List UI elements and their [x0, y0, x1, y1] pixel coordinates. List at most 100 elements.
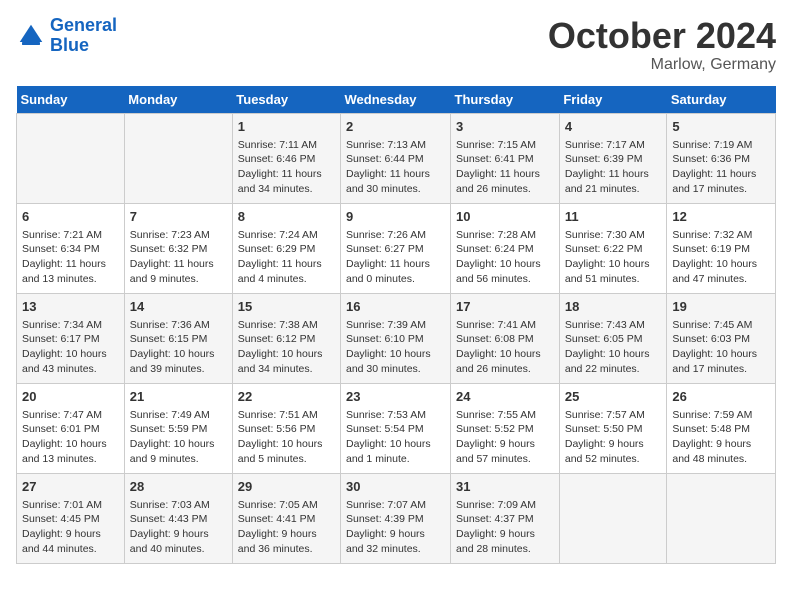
day-header: Wednesday — [341, 86, 451, 114]
calendar-cell: 23 Sunrise: 7:53 AMSunset: 5:54 PMDaylig… — [341, 383, 451, 473]
day-number: 12 — [672, 208, 770, 226]
title-block: October 2024 Marlow, Germany — [548, 16, 776, 74]
calendar-cell: 4 Sunrise: 7:17 AMSunset: 6:39 PMDayligh… — [559, 113, 667, 203]
day-number: 5 — [672, 118, 770, 136]
cell-info: Sunrise: 7:26 AMSunset: 6:27 PMDaylight:… — [346, 228, 445, 287]
day-number: 10 — [456, 208, 554, 226]
calendar-cell: 15 Sunrise: 7:38 AMSunset: 6:12 PMDaylig… — [232, 293, 340, 383]
cell-info: Sunrise: 7:15 AMSunset: 6:41 PMDaylight:… — [456, 138, 554, 197]
calendar-cell: 12 Sunrise: 7:32 AMSunset: 6:19 PMDaylig… — [667, 203, 776, 293]
cell-info: Sunrise: 7:43 AMSunset: 6:05 PMDaylight:… — [565, 318, 662, 377]
cell-info: Sunrise: 7:36 AMSunset: 6:15 PMDaylight:… — [130, 318, 227, 377]
day-number: 23 — [346, 388, 445, 406]
cell-info: Sunrise: 7:39 AMSunset: 6:10 PMDaylight:… — [346, 318, 445, 377]
day-number: 28 — [130, 478, 227, 496]
calendar-cell: 19 Sunrise: 7:45 AMSunset: 6:03 PMDaylig… — [667, 293, 776, 383]
day-number: 17 — [456, 298, 554, 316]
calendar-cell: 2 Sunrise: 7:13 AMSunset: 6:44 PMDayligh… — [341, 113, 451, 203]
cell-info: Sunrise: 7:45 AMSunset: 6:03 PMDaylight:… — [672, 318, 770, 377]
day-number: 2 — [346, 118, 445, 136]
cell-info: Sunrise: 7:13 AMSunset: 6:44 PMDaylight:… — [346, 138, 445, 197]
cell-info: Sunrise: 7:47 AMSunset: 6:01 PMDaylight:… — [22, 408, 119, 467]
cell-info: Sunrise: 7:01 AMSunset: 4:45 PMDaylight:… — [22, 498, 119, 557]
calendar-cell: 24 Sunrise: 7:55 AMSunset: 5:52 PMDaylig… — [451, 383, 560, 473]
day-number: 31 — [456, 478, 554, 496]
cell-info: Sunrise: 7:11 AMSunset: 6:46 PMDaylight:… — [238, 138, 335, 197]
calendar-cell — [667, 473, 776, 563]
month-title: October 2024 — [548, 16, 776, 56]
calendar-cell: 7 Sunrise: 7:23 AMSunset: 6:32 PMDayligh… — [124, 203, 232, 293]
day-header: Tuesday — [232, 86, 340, 114]
location: Marlow, Germany — [548, 56, 776, 74]
calendar-cell — [124, 113, 232, 203]
day-header: Friday — [559, 86, 667, 114]
calendar-cell: 21 Sunrise: 7:49 AMSunset: 5:59 PMDaylig… — [124, 383, 232, 473]
calendar-cell: 29 Sunrise: 7:05 AMSunset: 4:41 PMDaylig… — [232, 473, 340, 563]
calendar-cell: 20 Sunrise: 7:47 AMSunset: 6:01 PMDaylig… — [17, 383, 125, 473]
cell-info: Sunrise: 7:38 AMSunset: 6:12 PMDaylight:… — [238, 318, 335, 377]
day-number: 24 — [456, 388, 554, 406]
cell-info: Sunrise: 7:28 AMSunset: 6:24 PMDaylight:… — [456, 228, 554, 287]
cell-info: Sunrise: 7:05 AMSunset: 4:41 PMDaylight:… — [238, 498, 335, 557]
day-number: 3 — [456, 118, 554, 136]
calendar-cell: 3 Sunrise: 7:15 AMSunset: 6:41 PMDayligh… — [451, 113, 560, 203]
cell-info: Sunrise: 7:19 AMSunset: 6:36 PMDaylight:… — [672, 138, 770, 197]
cell-info: Sunrise: 7:55 AMSunset: 5:52 PMDaylight:… — [456, 408, 554, 467]
calendar-week-row: 13 Sunrise: 7:34 AMSunset: 6:17 PMDaylig… — [17, 293, 776, 383]
calendar-cell: 1 Sunrise: 7:11 AMSunset: 6:46 PMDayligh… — [232, 113, 340, 203]
day-header: Saturday — [667, 86, 776, 114]
day-header: Monday — [124, 86, 232, 114]
cell-info: Sunrise: 7:34 AMSunset: 6:17 PMDaylight:… — [22, 318, 119, 377]
cell-info: Sunrise: 7:51 AMSunset: 5:56 PMDaylight:… — [238, 408, 335, 467]
day-number: 21 — [130, 388, 227, 406]
day-number: 11 — [565, 208, 662, 226]
day-number: 14 — [130, 298, 227, 316]
day-number: 7 — [130, 208, 227, 226]
logo-icon — [16, 21, 46, 51]
calendar-week-row: 27 Sunrise: 7:01 AMSunset: 4:45 PMDaylig… — [17, 473, 776, 563]
cell-info: Sunrise: 7:59 AMSunset: 5:48 PMDaylight:… — [672, 408, 770, 467]
calendar-cell: 5 Sunrise: 7:19 AMSunset: 6:36 PMDayligh… — [667, 113, 776, 203]
day-number: 1 — [238, 118, 335, 136]
day-number: 27 — [22, 478, 119, 496]
cell-info: Sunrise: 7:30 AMSunset: 6:22 PMDaylight:… — [565, 228, 662, 287]
cell-info: Sunrise: 7:57 AMSunset: 5:50 PMDaylight:… — [565, 408, 662, 467]
day-number: 26 — [672, 388, 770, 406]
header-row: SundayMondayTuesdayWednesdayThursdayFrid… — [17, 86, 776, 114]
logo-text: General Blue — [50, 16, 117, 56]
day-header: Thursday — [451, 86, 560, 114]
day-number: 15 — [238, 298, 335, 316]
day-number: 18 — [565, 298, 662, 316]
cell-info: Sunrise: 7:21 AMSunset: 6:34 PMDaylight:… — [22, 228, 119, 287]
calendar-cell: 18 Sunrise: 7:43 AMSunset: 6:05 PMDaylig… — [559, 293, 667, 383]
day-number: 20 — [22, 388, 119, 406]
calendar-cell: 27 Sunrise: 7:01 AMSunset: 4:45 PMDaylig… — [17, 473, 125, 563]
day-number: 30 — [346, 478, 445, 496]
calendar-cell: 22 Sunrise: 7:51 AMSunset: 5:56 PMDaylig… — [232, 383, 340, 473]
calendar-cell: 30 Sunrise: 7:07 AMSunset: 4:39 PMDaylig… — [341, 473, 451, 563]
cell-info: Sunrise: 7:07 AMSunset: 4:39 PMDaylight:… — [346, 498, 445, 557]
cell-info: Sunrise: 7:24 AMSunset: 6:29 PMDaylight:… — [238, 228, 335, 287]
logo: General Blue — [16, 16, 117, 56]
day-number: 19 — [672, 298, 770, 316]
calendar-cell: 11 Sunrise: 7:30 AMSunset: 6:22 PMDaylig… — [559, 203, 667, 293]
day-number: 4 — [565, 118, 662, 136]
day-number: 16 — [346, 298, 445, 316]
calendar-cell: 6 Sunrise: 7:21 AMSunset: 6:34 PMDayligh… — [17, 203, 125, 293]
day-header: Sunday — [17, 86, 125, 114]
cell-info: Sunrise: 7:09 AMSunset: 4:37 PMDaylight:… — [456, 498, 554, 557]
cell-info: Sunrise: 7:23 AMSunset: 6:32 PMDaylight:… — [130, 228, 227, 287]
calendar-cell: 14 Sunrise: 7:36 AMSunset: 6:15 PMDaylig… — [124, 293, 232, 383]
cell-info: Sunrise: 7:32 AMSunset: 6:19 PMDaylight:… — [672, 228, 770, 287]
day-number: 22 — [238, 388, 335, 406]
day-number: 6 — [22, 208, 119, 226]
calendar-cell: 9 Sunrise: 7:26 AMSunset: 6:27 PMDayligh… — [341, 203, 451, 293]
calendar-week-row: 6 Sunrise: 7:21 AMSunset: 6:34 PMDayligh… — [17, 203, 776, 293]
cell-info: Sunrise: 7:03 AMSunset: 4:43 PMDaylight:… — [130, 498, 227, 557]
calendar-cell: 16 Sunrise: 7:39 AMSunset: 6:10 PMDaylig… — [341, 293, 451, 383]
calendar-cell: 28 Sunrise: 7:03 AMSunset: 4:43 PMDaylig… — [124, 473, 232, 563]
calendar-cell: 26 Sunrise: 7:59 AMSunset: 5:48 PMDaylig… — [667, 383, 776, 473]
cell-info: Sunrise: 7:41 AMSunset: 6:08 PMDaylight:… — [456, 318, 554, 377]
cell-info: Sunrise: 7:17 AMSunset: 6:39 PMDaylight:… — [565, 138, 662, 197]
day-number: 13 — [22, 298, 119, 316]
